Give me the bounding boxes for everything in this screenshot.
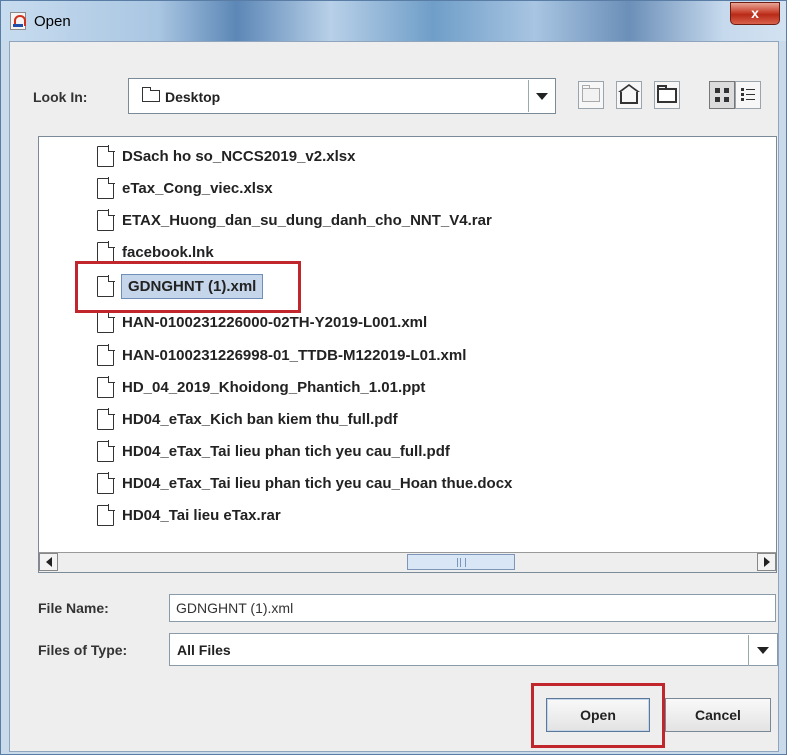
home-icon bbox=[618, 84, 640, 104]
list-view-button[interactable] bbox=[709, 81, 735, 109]
file-name: HAN-0100231226998-01_TTDB-M122019-L01.xm… bbox=[122, 346, 467, 364]
look-in-value: Desktop bbox=[165, 89, 221, 105]
file-list-item[interactable]: DSach ho so_NCCS2019_v2.xlsx bbox=[97, 142, 355, 170]
file-list-item[interactable]: HD04_eTax_Kich ban kiem thu_full.pdf bbox=[97, 405, 398, 433]
chevron-down-icon bbox=[756, 647, 769, 654]
java-app-icon bbox=[10, 12, 26, 30]
file-list[interactable]: DSach ho so_NCCS2019_v2.xlsx eTax_Cong_v… bbox=[38, 136, 777, 573]
file-name: eTax_Cong_viec.xlsx bbox=[122, 179, 273, 197]
file-list-item[interactable]: HAN-0100231226998-01_TTDB-M122019-L01.xm… bbox=[97, 341, 466, 369]
file-name-input[interactable] bbox=[169, 594, 776, 622]
file-icon bbox=[97, 176, 115, 199]
up-one-level-button[interactable] bbox=[578, 81, 604, 109]
file-icon bbox=[97, 503, 115, 526]
file-name: HD_04_2019_Khoidong_Phantich_1.01.ppt bbox=[122, 378, 426, 396]
chevron-left-icon bbox=[45, 557, 52, 567]
file-list-item[interactable]: ETAX_Huong_dan_su_dung_danh_cho_NNT_V4.r… bbox=[97, 206, 492, 234]
file-list-item[interactable]: HD_04_2019_Khoidong_Phantich_1.01.ppt bbox=[97, 373, 425, 401]
file-icon bbox=[97, 407, 115, 430]
look-in-dropdown-button[interactable] bbox=[528, 80, 554, 112]
close-button[interactable]: x bbox=[730, 2, 780, 25]
file-list-item-selected[interactable]: GDNGHNT (1).xml bbox=[97, 272, 264, 300]
cancel-button[interactable]: Cancel bbox=[665, 698, 771, 732]
file-icon bbox=[97, 144, 115, 167]
files-of-type-label: Files of Type: bbox=[38, 642, 128, 658]
files-of-type-value: All Files bbox=[177, 642, 231, 658]
file-name: DSach ho so_NCCS2019_v2.xlsx bbox=[122, 147, 356, 165]
file-icon bbox=[97, 471, 115, 494]
file-list-item[interactable]: HD04_eTax_Tai lieu phan tich yeu cau_Hoa… bbox=[97, 469, 512, 497]
look-in-label: Look In: bbox=[33, 89, 88, 105]
new-folder-button[interactable] bbox=[654, 81, 680, 109]
file-name: ETAX_Huong_dan_su_dung_danh_cho_NNT_V4.r… bbox=[122, 211, 492, 229]
open-button[interactable]: Open bbox=[546, 698, 650, 732]
home-button[interactable] bbox=[616, 81, 642, 109]
file-list-item[interactable]: HAN-0100231226000-02TH-Y2019-L001.xml bbox=[97, 308, 427, 336]
scroll-right-button[interactable] bbox=[757, 553, 776, 571]
file-icon bbox=[97, 439, 115, 462]
new-folder-icon bbox=[657, 84, 677, 103]
list-view-icon bbox=[715, 88, 729, 102]
scrollbar-thumb[interactable] bbox=[407, 554, 515, 570]
open-dialog: Open x Look In: Desktop DSach ho so_NCCS… bbox=[0, 0, 787, 755]
file-list-item[interactable]: facebook.lnk bbox=[97, 238, 214, 266]
file-name: HAN-0100231226000-02TH-Y2019-L001.xml bbox=[122, 313, 428, 331]
folder-icon bbox=[142, 87, 160, 102]
details-view-button[interactable] bbox=[735, 81, 761, 109]
up-folder-icon bbox=[582, 85, 600, 102]
file-name: HD04_eTax_Tai lieu phan tich yeu cau_Hoa… bbox=[122, 474, 513, 492]
file-name: HD04_Tai lieu eTax.rar bbox=[122, 506, 281, 524]
files-of-type-dropdown-button[interactable] bbox=[748, 635, 776, 666]
window-title: Open bbox=[34, 13, 71, 30]
file-icon bbox=[97, 240, 115, 263]
look-in-combo[interactable]: Desktop bbox=[128, 78, 556, 114]
scroll-left-button[interactable] bbox=[39, 553, 58, 571]
file-list-item[interactable]: HD04_eTax_Tai lieu phan tich yeu cau_ful… bbox=[97, 437, 450, 465]
file-name: HD04_eTax_Kich ban kiem thu_full.pdf bbox=[122, 410, 398, 428]
file-icon bbox=[97, 375, 115, 398]
file-icon bbox=[97, 310, 115, 333]
file-icon bbox=[97, 343, 115, 366]
file-icon bbox=[97, 274, 115, 297]
file-name: GDNGHNT (1).xml bbox=[121, 273, 264, 299]
horizontal-scrollbar[interactable] bbox=[39, 552, 776, 572]
chevron-right-icon bbox=[763, 557, 770, 567]
title-bar[interactable]: Open x bbox=[1, 1, 786, 41]
file-name-label: File Name: bbox=[38, 600, 109, 616]
file-name: HD04_eTax_Tai lieu phan tich yeu cau_ful… bbox=[122, 442, 450, 460]
chevron-down-icon bbox=[535, 92, 548, 100]
files-of-type-combo[interactable]: All Files bbox=[169, 633, 778, 666]
file-icon bbox=[97, 208, 115, 231]
file-list-item[interactable]: HD04_Tai lieu eTax.rar bbox=[97, 501, 281, 529]
grip-icon bbox=[456, 557, 466, 567]
file-list-item[interactable]: eTax_Cong_viec.xlsx bbox=[97, 174, 273, 202]
file-name: facebook.lnk bbox=[122, 243, 214, 261]
details-view-icon bbox=[741, 88, 755, 102]
